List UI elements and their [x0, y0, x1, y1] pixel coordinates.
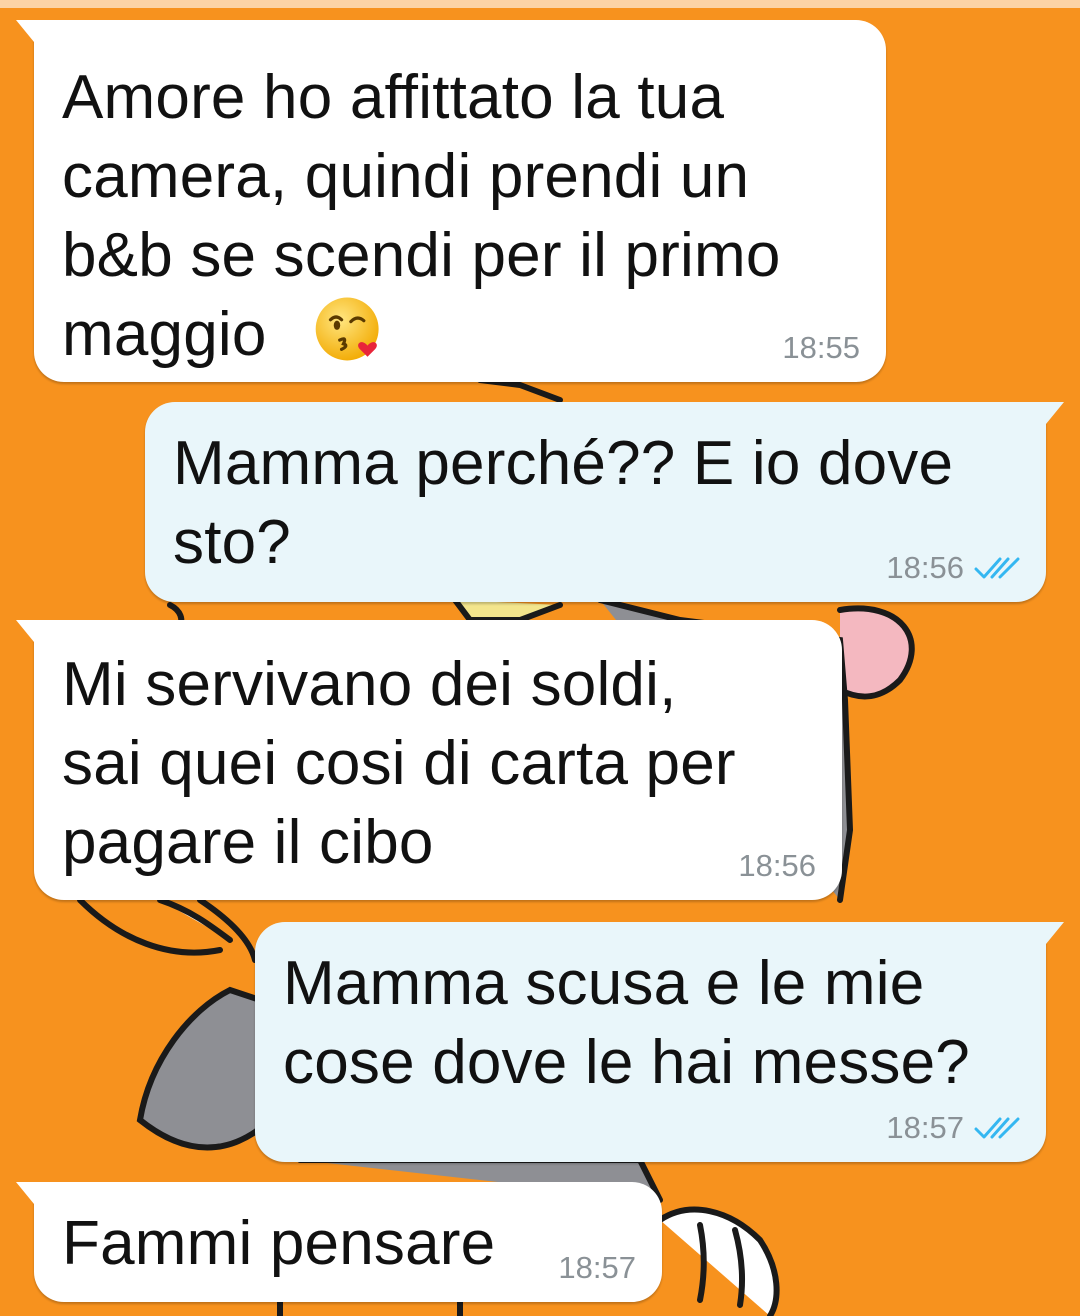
- bubble-tail: [16, 620, 34, 642]
- message-time: 18:57: [886, 1110, 964, 1145]
- message-time: 18:55: [782, 330, 860, 365]
- bubble-tail: [16, 1182, 34, 1204]
- bubble-tail: [1046, 922, 1064, 944]
- message-text: Mamma scusa e le mie cose dove le hai me…: [283, 949, 970, 1097]
- message-bubble-outgoing[interactable]: Mamma scusa e le mie cose dove le hai me…: [255, 922, 1064, 1162]
- message-bubble-incoming[interactable]: Mi servivano dei soldi, sai quei cosi di…: [16, 620, 842, 900]
- bubble-tail: [1046, 402, 1064, 424]
- message-time: 18:57: [558, 1250, 636, 1285]
- double-check-icon: [974, 1117, 1020, 1139]
- message-time: 18:56: [738, 848, 816, 883]
- bubble-tail: [16, 20, 34, 42]
- message-bubble-outgoing[interactable]: Mamma perché?? E io dove sto? 18:56: [145, 402, 1064, 602]
- message-text: Mamma perché?? E io dove sto?: [173, 429, 954, 577]
- message-text: Fammi pensare: [62, 1209, 496, 1278]
- message-text: Mi servivano dei soldi, sai quei cosi di…: [62, 650, 736, 877]
- double-check-icon: [974, 557, 1020, 579]
- message-bubble-incoming[interactable]: Amore ho affittato la tua camera, quindi…: [16, 20, 886, 382]
- message-bubble-incoming[interactable]: Fammi pensare 18:57: [16, 1182, 662, 1302]
- message-time: 18:56: [886, 550, 964, 585]
- kissing-face-with-heart-icon: [315, 297, 379, 361]
- message-text: Amore ho affittato la tua camera, quindi…: [62, 63, 781, 369]
